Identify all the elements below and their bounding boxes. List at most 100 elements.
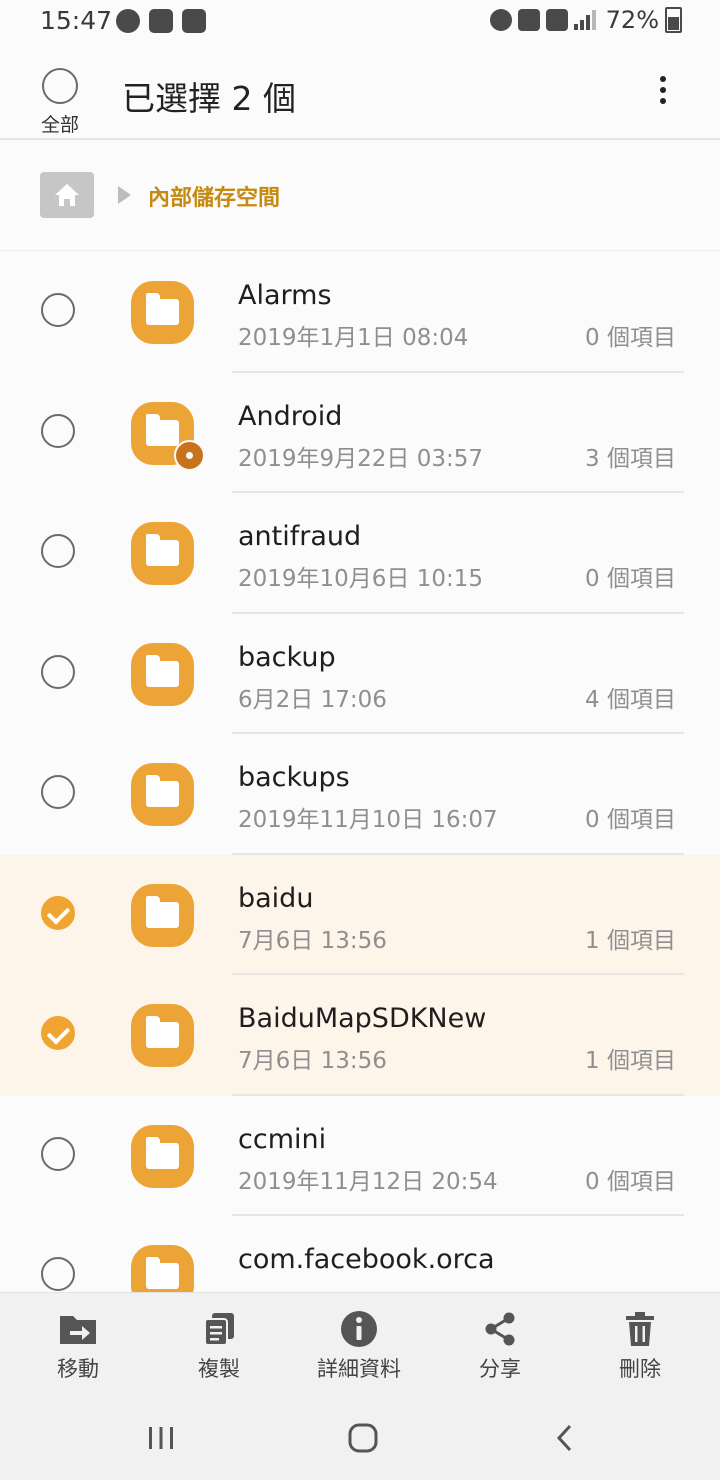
back-icon [556,1424,572,1452]
signal-icon [573,10,596,30]
details-button[interactable]: 詳細資料 [299,1309,419,1383]
gear-icon [174,439,205,471]
row-checkbox[interactable] [41,895,75,930]
file-date: 7月6日 13:56 [238,1048,387,1074]
folder-icon [131,1004,194,1067]
row-checkbox[interactable] [41,654,75,689]
file-date: 2019年11月12日 20:54 [238,1168,498,1195]
select-all-circle-icon [42,68,78,104]
home-circle-icon [348,1423,378,1453]
chevron-right-icon [118,186,131,204]
file-row[interactable]: baidu 7月6日 13:56 1 個項目 [0,854,720,975]
file-name: ccmini [238,1123,327,1155]
file-list: Alarms 2019年1月1日 08:04 0 個項目 Android 2019年9月… [0,252,720,1292]
folder-icon [131,281,194,344]
select-all-label: 全部 [40,114,79,136]
copy-icon [204,1313,234,1346]
bottom-action-bar: 移動 複製 詳細資料 分享 刪除 [0,1292,720,1397]
copy-label: 複製 [198,1357,240,1381]
file-item-count: 1 個項目 [585,927,676,954]
move-icon [60,1316,96,1344]
file-date: 6月2日 17:06 [238,686,387,713]
file-name: backups [238,762,350,793]
file-row[interactable]: com.facebook.orca [0,1216,720,1292]
back-button[interactable] [535,1418,595,1458]
file-name: BaiduMapSDKNew [238,1003,487,1034]
folder-icon [131,883,194,947]
folder-icon [131,642,194,706]
recents-icon [149,1427,173,1449]
file-item-count: 0 個項目 [585,566,676,592]
checkmark-icon [46,1021,71,1045]
select-all-checkbox[interactable]: 全部 [36,68,84,137]
file-row[interactable]: antifraud 2019年10月6日 10:15 0 個項目 [0,493,720,614]
file-date: 2019年11月10日 16:07 [238,807,498,833]
recents-button[interactable] [131,1418,191,1458]
alarm-icon [489,9,512,31]
mute-icon [517,9,540,31]
file-row[interactable]: ccmini 2019年11月12日 20:54 0 個項目 [0,1096,720,1216]
folder-icon [131,763,194,826]
share-button[interactable]: 分享 [440,1309,560,1383]
move-label: 移動 [57,1357,99,1381]
delete-button[interactable]: 刪除 [580,1309,700,1383]
file-name: antifraud [238,521,362,552]
file-item-count: 1 個項目 [585,1048,676,1074]
row-checkbox[interactable] [41,1016,75,1050]
row-checkbox[interactable] [41,534,75,568]
file-item-count: 0 個項目 [585,325,676,351]
folder-icon [131,522,194,585]
status-bar: 15:47 72% [0,0,720,46]
row-checkbox[interactable] [41,775,75,809]
breadcrumb-home-button[interactable] [40,172,94,218]
file-date: 7月6日 13:56 [238,927,387,954]
file-row[interactable]: BaiduMapSDKNew 7月6日 13:56 1 個項目 [0,975,720,1096]
row-checkbox[interactable] [41,1136,75,1171]
move-button[interactable]: 移動 [18,1309,138,1383]
file-date: 2019年10月6日 10:15 [238,566,484,592]
share-label: 分享 [479,1357,521,1381]
page-title: 已選擇 2 個 [122,79,296,118]
file-name: com.facebook.orca [238,1244,495,1275]
delete-label: 刪除 [619,1357,661,1381]
breadcrumb: 內部儲存空間 [0,140,720,251]
file-name: Alarms [238,280,332,311]
home-nav-button[interactable] [333,1418,393,1458]
more-options-button[interactable] [648,76,678,112]
share-icon [485,1312,515,1346]
row-checkbox[interactable] [41,293,75,327]
breadcrumb-path[interactable]: 內部儲存空間 [148,180,280,212]
file-item-count: 4 個項目 [585,686,676,713]
file-date: 2019年1月1日 08:04 [238,325,469,351]
system-nav-bar [0,1396,720,1480]
file-row[interactable]: backups 2019年11月10日 16:07 0 個項目 [0,734,720,855]
news-icon [149,9,173,33]
file-row[interactable]: Android 2019年9月22日 03:57 3 個項目 [0,373,720,493]
home-icon [55,184,79,206]
app-bar: 全部 已選擇 2 個 [0,46,720,140]
battery-icon [665,7,682,33]
status-time: 15:47 [40,6,113,35]
file-name: Android [238,400,343,432]
battery-percent: 72% [605,6,659,34]
folder-icon [131,1245,194,1292]
checkmark-icon [46,900,71,925]
row-checkbox[interactable] [41,413,75,448]
file-item-count: 3 個項目 [585,445,676,472]
trash-icon [626,1312,654,1346]
file-item-count: 0 個項目 [585,1168,676,1195]
file-item-count: 0 個項目 [585,807,676,833]
file-name: baidu [238,882,314,914]
row-checkbox[interactable] [41,1257,75,1291]
details-label: 詳細資料 [317,1357,401,1381]
file-name: backup [238,641,336,673]
4g-icon [545,9,568,31]
copy-button[interactable]: 複製 [159,1309,279,1383]
more-vertical-icon [660,76,666,82]
file-row[interactable]: backup 6月2日 17:06 4 個項目 [0,614,720,734]
folder-icon [131,1124,194,1188]
file-row[interactable]: Alarms 2019年1月1日 08:04 0 個項目 [0,252,720,373]
wifi-icon [182,9,206,33]
info-icon [341,1311,377,1347]
line-icon [116,9,140,33]
